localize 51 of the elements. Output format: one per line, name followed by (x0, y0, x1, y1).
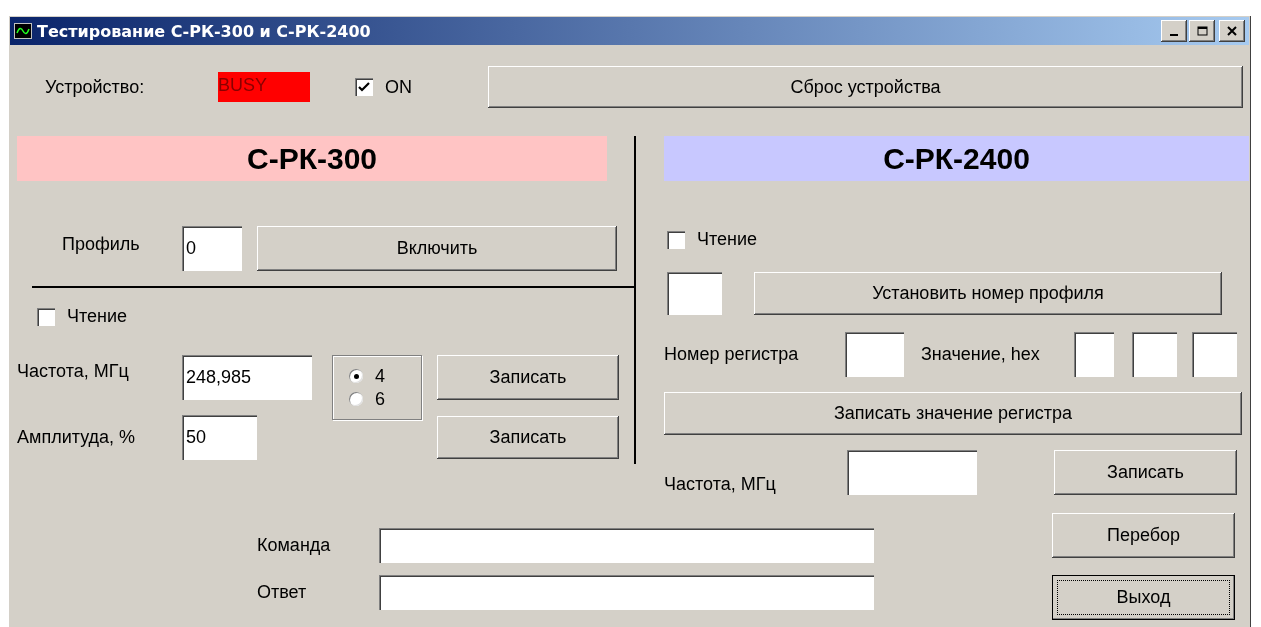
command-field[interactable] (379, 528, 874, 563)
frequency-label: Частота, МГц (664, 474, 777, 495)
minimize-button[interactable] (1161, 20, 1187, 42)
frequency-field[interactable]: 248,985 (182, 355, 312, 400)
register-label: Номер регистра (664, 344, 800, 365)
close-icon (1227, 26, 1237, 36)
register-field[interactable] (845, 332, 904, 377)
checkbox[interactable] (37, 307, 55, 326)
section-header: С-РК-2400 (664, 136, 1249, 181)
enable-button[interactable]: Включить (257, 226, 617, 271)
checkmark-icon (358, 82, 370, 92)
hex-field[interactable] (1074, 332, 1114, 377)
frequency-field[interactable] (847, 450, 977, 495)
radio-label: 4 (375, 365, 385, 387)
response-field[interactable] (379, 575, 874, 610)
write-button[interactable]: Записать (437, 355, 619, 400)
device-label: Устройство: (45, 76, 146, 98)
reset-button[interactable]: Сброс устройства (488, 66, 1243, 108)
value-label: Значение, hex (921, 344, 1041, 365)
close-button[interactable] (1219, 20, 1245, 42)
maximize-icon (1196, 26, 1208, 36)
command-label: Команда (257, 535, 332, 556)
checkbox[interactable] (355, 78, 373, 96)
checkbox-label: ON (385, 76, 412, 98)
response-label: Ответ (257, 582, 308, 603)
checkbox-label: Чтение (67, 306, 128, 327)
profile-label: Профиль (62, 234, 141, 255)
action-button[interactable]: Перебор (1052, 513, 1235, 558)
profile-field[interactable]: 0 (182, 226, 242, 271)
action-button[interactable]: Выход (1052, 575, 1235, 620)
hex-field[interactable] (1192, 332, 1237, 377)
profile-number-field[interactable] (667, 272, 722, 315)
app-icon (14, 23, 32, 39)
section-header: С-РК-300 (17, 136, 607, 181)
set-profile-button[interactable]: Установить номер профиля (754, 272, 1222, 315)
amplitude-field[interactable]: 50 (182, 415, 257, 460)
amplitude-label: Амплитуда, % (17, 427, 137, 448)
maximize-button[interactable] (1189, 20, 1215, 42)
write-register-button[interactable]: Записать значение регистра (664, 392, 1242, 435)
checkbox-label: Чтение (697, 229, 758, 250)
checkbox[interactable] (667, 230, 685, 249)
write-button[interactable]: Записать (1054, 450, 1237, 495)
minimize-icon (1170, 34, 1178, 36)
radio-button[interactable] (349, 369, 363, 383)
write-button[interactable]: Записать (437, 416, 619, 459)
hex-field[interactable] (1132, 332, 1177, 377)
status-indicator: BUSY (218, 72, 310, 102)
radio-button[interactable] (349, 392, 363, 406)
radio-label: 6 (375, 388, 385, 410)
frequency-label: Частота, МГц (17, 361, 130, 382)
window-title: Тестирование С-РК-300 и С-РК-2400 (37, 21, 371, 41)
